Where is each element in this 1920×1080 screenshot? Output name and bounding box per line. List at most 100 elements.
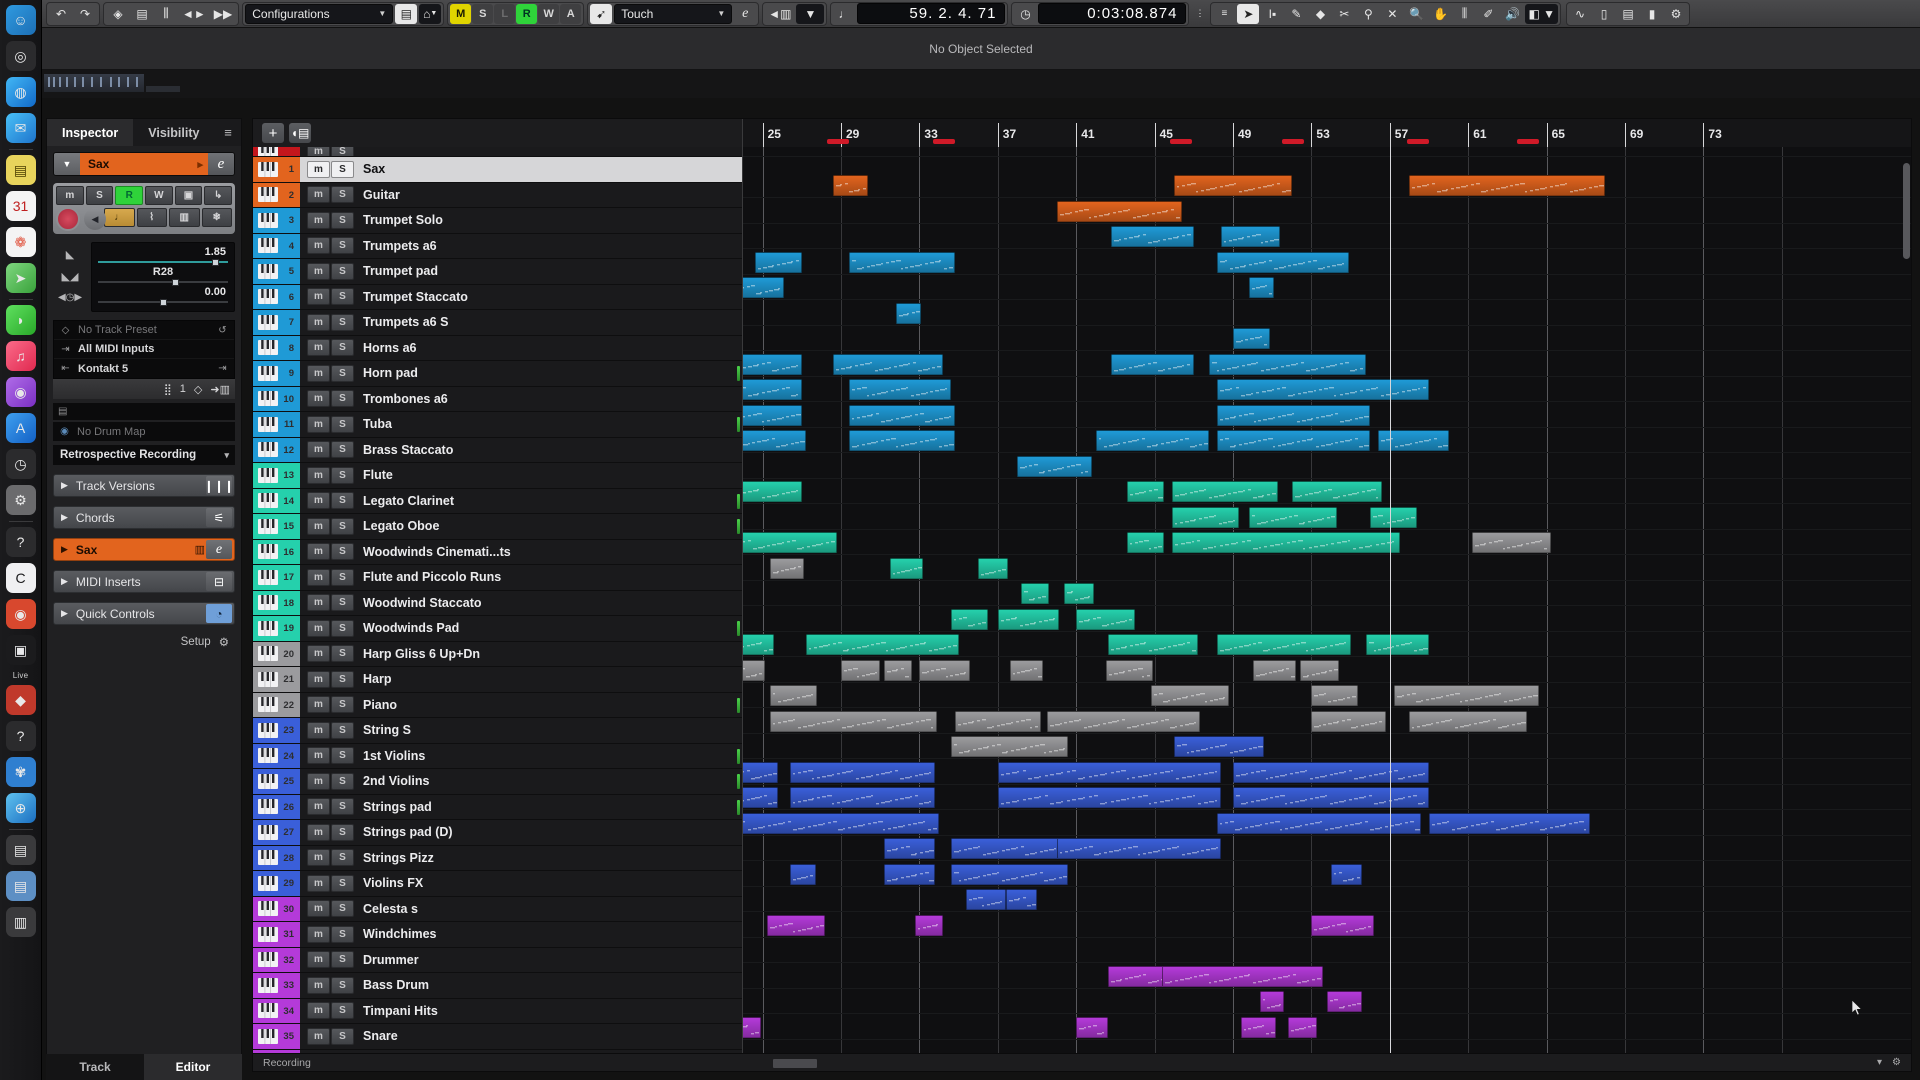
redo-icon[interactable]: ↷ bbox=[74, 4, 96, 24]
link-switch-a[interactable]: A bbox=[560, 3, 582, 24]
track-solo-button[interactable]: S bbox=[331, 364, 354, 382]
midi-part[interactable] bbox=[950, 838, 1069, 859]
track-row[interactable]: 23 m S String S bbox=[253, 718, 742, 744]
arrangement-canvas[interactable] bbox=[742, 147, 1911, 1053]
forward-icon[interactable]: ▶▶ bbox=[211, 4, 235, 24]
music-icon[interactable]: ♫ bbox=[5, 341, 36, 371]
drum-map-row[interactable]: ◉ No Drum Map bbox=[53, 422, 235, 441]
track-mute-solo-group[interactable]: mS bbox=[307, 390, 354, 408]
history-icon[interactable]: ◈ bbox=[107, 4, 129, 24]
track-lane[interactable] bbox=[743, 1040, 1911, 1054]
track-name-label[interactable]: Woodwinds Pad bbox=[363, 621, 459, 635]
midi-part[interactable] bbox=[966, 889, 1006, 910]
track-color-strip[interactable]: 21 bbox=[253, 667, 300, 692]
midi-part[interactable] bbox=[1162, 965, 1324, 987]
track-name-label[interactable]: Celesta s bbox=[363, 902, 418, 916]
monitor-button[interactable]: ◀ bbox=[84, 208, 106, 230]
track-solo-button[interactable]: S bbox=[331, 1002, 354, 1020]
track-mute-solo-group[interactable]: mS bbox=[307, 645, 354, 663]
edit-instrument-button[interactable]: e bbox=[208, 153, 234, 175]
track-solo-button[interactable]: S bbox=[331, 951, 354, 969]
track-mute-solo-group[interactable]: mS bbox=[307, 849, 354, 867]
midi-part[interactable] bbox=[1076, 1016, 1108, 1038]
track-solo-button[interactable]: S bbox=[331, 1027, 354, 1045]
track-solo-button[interactable]: S bbox=[331, 645, 354, 663]
track-color-strip[interactable]: 23 bbox=[253, 718, 300, 743]
track-solo-button[interactable]: S bbox=[331, 313, 354, 331]
track-mute-button[interactable]: m bbox=[307, 237, 330, 255]
track-mute-button[interactable]: m bbox=[307, 645, 330, 663]
link-switch-s[interactable]: S bbox=[472, 3, 494, 24]
resize-icon[interactable]: ◄► bbox=[179, 4, 209, 24]
track-name-label[interactable]: 1st Violins bbox=[363, 749, 425, 763]
track-mute-button[interactable]: m bbox=[307, 313, 330, 331]
freeze-icon[interactable]: ❄ bbox=[201, 208, 232, 227]
track-row[interactable]: 4 m S Trumpets a6 bbox=[253, 233, 742, 259]
help-icon[interactable]: ? bbox=[5, 527, 36, 557]
track-mute-solo-group[interactable]: mS bbox=[307, 147, 354, 156]
midi-part[interactable] bbox=[1409, 175, 1606, 196]
track-color-strip[interactable]: 11 bbox=[253, 412, 300, 437]
track-color-strip[interactable]: 14 bbox=[253, 488, 300, 513]
track-name-label[interactable]: Bass Drum bbox=[363, 978, 429, 992]
track-mute-solo-group[interactable]: mS bbox=[307, 976, 354, 994]
track-mute-solo-group[interactable]: mS bbox=[307, 186, 354, 204]
track-lane[interactable] bbox=[743, 275, 1911, 300]
midi-part[interactable] bbox=[1393, 685, 1539, 706]
midi-part[interactable] bbox=[766, 914, 826, 936]
track-name-label[interactable]: Trumpet pad bbox=[363, 264, 438, 278]
zoom-tool[interactable]: 🔍 bbox=[1405, 4, 1427, 24]
track-color-strip[interactable]: 3 bbox=[253, 208, 300, 233]
track-name-label[interactable]: Trumpets a6 bbox=[363, 239, 437, 253]
track-mute-solo-group[interactable]: mS bbox=[307, 1002, 354, 1020]
live-icon[interactable]: ▣ bbox=[5, 635, 36, 665]
gear-icon[interactable]: ⚙ bbox=[219, 635, 229, 649]
midi-part[interactable] bbox=[790, 761, 936, 783]
window-group[interactable]: ◈ ▤ ⫼ ◄► ▶▶ bbox=[103, 1, 240, 26]
midi-part[interactable] bbox=[1311, 914, 1375, 936]
position-group[interactable]: ♩ 59. 2. 4. 71 bbox=[830, 1, 1009, 26]
midi-part[interactable] bbox=[743, 277, 785, 298]
delay-slider-row[interactable]: 0.00 bbox=[98, 286, 228, 306]
track-color-strip[interactable]: 27 bbox=[253, 820, 300, 845]
timeline-ruler[interactable]: 25 29 33 37 41 45 49 53 57 61 65 69 73 bbox=[742, 119, 1911, 147]
track-name-label[interactable]: Violins FX bbox=[363, 876, 423, 890]
setup-row[interactable]: Setup ⚙ bbox=[53, 635, 235, 649]
midi-part[interactable] bbox=[770, 557, 804, 579]
midi-part[interactable] bbox=[1127, 532, 1165, 553]
track-row[interactable]: 19 m S Woodwinds Pad bbox=[253, 616, 742, 642]
quantize-icon[interactable]: ▼ bbox=[796, 3, 825, 24]
track-mute-button[interactable]: m bbox=[307, 186, 330, 204]
automation-mode-dropdown[interactable]: Touch ▼ bbox=[614, 3, 733, 24]
project-window[interactable]: + ◖▤ 43 / 43 ▤ 🔍 25293337414549535761656… bbox=[252, 118, 1912, 1072]
midi-part[interactable] bbox=[1064, 583, 1094, 604]
track-solo-button[interactable]: S bbox=[331, 772, 354, 790]
track-row[interactable]: 16 m S Woodwinds Cinemati...ts bbox=[253, 539, 742, 565]
right-zone-icon[interactable]: ▮ bbox=[1641, 4, 1663, 24]
track-color-strip[interactable]: 12 bbox=[253, 437, 300, 462]
track-name-label[interactable]: Flute bbox=[363, 468, 393, 482]
track-name-label[interactable]: Brass Staccato bbox=[363, 443, 453, 457]
track-row[interactable]: 34 m S Timpani Hits bbox=[253, 998, 742, 1024]
track-name-label[interactable]: Strings pad bbox=[363, 800, 432, 814]
track-color-strip[interactable]: 10 bbox=[253, 386, 300, 411]
track-solo-button[interactable]: S bbox=[331, 670, 354, 688]
track-mute-button[interactable]: m bbox=[307, 339, 330, 357]
channel-row[interactable]: ⣿ 1 ◇ ➜▥ bbox=[53, 379, 235, 399]
volume-slider-track[interactable] bbox=[98, 261, 228, 263]
glue-tool[interactable]: ⚲ bbox=[1357, 4, 1379, 24]
daw-icon[interactable]: ◉ bbox=[5, 599, 36, 629]
track-mute-button[interactable]: m bbox=[307, 696, 330, 714]
track-color-strip[interactable]: 34 bbox=[253, 998, 300, 1023]
track-row[interactable]: 20 m S Harp Gliss 6 Up+Dn bbox=[253, 641, 742, 667]
track-row[interactable]: 5 m S Trumpet pad bbox=[253, 259, 742, 285]
tools-group[interactable]: ≡ ➤ I▪ ✎ ◆ ✂ ⚲ ✕ 🔍 ✋ ⫼ ✐ 🔊 ◧ ▼ bbox=[1210, 1, 1562, 26]
comp-tool[interactable]: ≡ bbox=[1213, 4, 1235, 24]
track-lane[interactable] bbox=[743, 173, 1911, 198]
setup-icon[interactable]: ⚙ bbox=[1665, 4, 1687, 24]
track-row[interactable]: 18 m S Woodwind Staccato bbox=[253, 590, 742, 616]
track-name-label[interactable]: Harp bbox=[363, 672, 391, 686]
track-mute-button[interactable]: m bbox=[307, 1002, 330, 1020]
midi-part[interactable] bbox=[743, 634, 775, 655]
inserts-icon[interactable]: ⊟ bbox=[206, 572, 232, 591]
